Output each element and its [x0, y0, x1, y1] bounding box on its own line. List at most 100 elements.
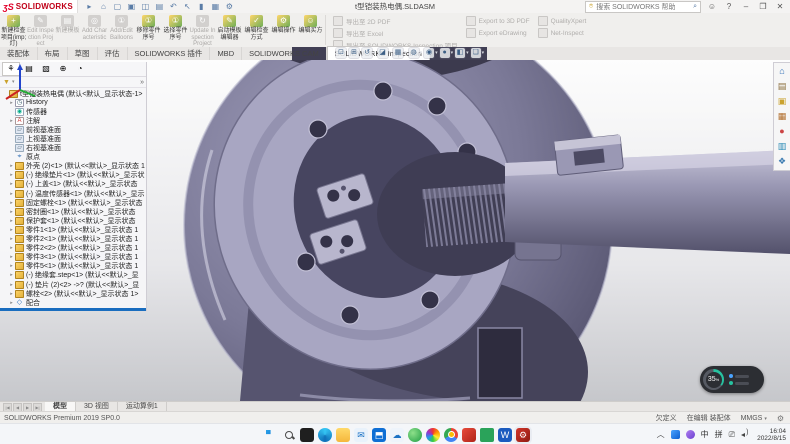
app-green-icon[interactable]	[408, 428, 422, 442]
view-orientation-icon[interactable]: ▦	[393, 48, 403, 58]
expand-arrow-icon[interactable]: ▸	[8, 263, 15, 269]
file-explorer-icon[interactable]	[336, 428, 350, 442]
previous-view-icon[interactable]: ↺	[362, 48, 372, 58]
tree-item[interactable]: ▸ 固定螺栓<1> (默认<<默认>_显示状态	[2, 198, 146, 207]
options-gear-icon[interactable]: ⚙	[224, 2, 235, 12]
export-menu-item[interactable]: Export to 3D PDF	[466, 16, 530, 26]
section-view-icon[interactable]: ◪	[378, 48, 388, 58]
tree-item[interactable]: ▸ 零件1<1> (默认<<默认>_显示状态 1	[2, 225, 146, 234]
ime-language-indicator[interactable]: 中	[701, 429, 709, 440]
ribbon-button[interactable]: ✎ 启动模板编辑器	[216, 13, 243, 47]
hide-show-items-icon[interactable]: ◉	[424, 48, 434, 58]
expand-arrow-icon[interactable]: ▸	[8, 118, 15, 124]
dimxpertmanager-tab[interactable]: ⊕	[55, 63, 71, 75]
tree-item[interactable]: ▸ (-) 绝缘垫片<1> (默认<<默认>_显示状	[2, 171, 146, 180]
chrome-icon[interactable]	[444, 428, 458, 442]
dropdown-caret-icon[interactable]: ▾	[373, 50, 376, 56]
ribbon-button[interactable]: + 新建检查项目(imp;灯)	[0, 13, 27, 47]
select-icon[interactable]: ↖	[182, 2, 193, 12]
view-palette-icon[interactable]: ▦	[776, 110, 789, 123]
expand-arrow-icon[interactable]: ▸	[8, 191, 15, 197]
expand-arrow-icon[interactable]: ▸	[8, 254, 15, 260]
commandmanager-tab[interactable]: 草图	[68, 47, 98, 60]
taskbar-clock[interactable]: 16:04 2022/8/15	[757, 428, 786, 442]
drawing-icon[interactable]: ▦	[210, 2, 221, 12]
export-menu-item[interactable]: Export eDrawing	[466, 28, 530, 38]
apply-scene-icon[interactable]: ◧	[455, 48, 465, 58]
appearances-icon[interactable]: ●	[776, 125, 789, 138]
expand-arrow-icon[interactable]: ▸	[8, 282, 15, 288]
tree-item[interactable]: ▸ ◇ 配合	[2, 298, 146, 307]
tree-item[interactable]: ▸ (-) 垫片 (2)<2> ->? (默认<<默认>_显	[2, 280, 146, 289]
expand-arrow-icon[interactable]: ▸	[8, 100, 15, 106]
dropdown-caret-icon[interactable]: ▾	[404, 50, 407, 56]
home-icon[interactable]: ⌂	[98, 2, 109, 12]
tree-item[interactable]: ◉ 传感器	[2, 107, 146, 116]
ribbon-button[interactable]: ◎ Add Characteristic	[81, 13, 108, 47]
app-red-icon[interactable]	[462, 428, 476, 442]
expand-arrow-icon[interactable]: ▸	[8, 218, 15, 224]
store-icon[interactable]: ⬒	[372, 428, 386, 442]
colorwheel-app-icon[interactable]	[426, 428, 440, 442]
expand-arrow-icon[interactable]: ▸	[8, 181, 15, 187]
expand-arrow-icon[interactable]: ▸	[8, 300, 15, 306]
export-menu-item[interactable]: QualityXpert	[538, 16, 587, 26]
new-document-icon[interactable]: ▢	[112, 2, 123, 12]
tray-app-purple-icon[interactable]	[686, 430, 695, 439]
ribbon-button[interactable]: ⚙ 编辑操作	[270, 13, 297, 47]
expand-arrow-icon[interactable]: ▸	[8, 236, 15, 242]
ribbon-button[interactable]: ✎ Edit Inspection Project	[27, 13, 54, 47]
expand-arrow-icon[interactable]: ▸	[8, 272, 15, 278]
tray-app-blue-icon[interactable]	[671, 430, 680, 439]
dropdown-caret-icon[interactable]: ▾	[389, 50, 392, 56]
tree-item[interactable]: ▸ 零件2<1> (默认<<默认>_显示状态 1	[2, 235, 146, 244]
tree-item[interactable]: ▱ 上视基准面	[2, 134, 146, 143]
undo-icon[interactable]: ↶	[168, 2, 179, 12]
tree-item[interactable]: ▸ 螺栓<2> (默认<<默认>_显示状态 1>	[2, 289, 146, 298]
zoom-to-fit-icon[interactable]: ⊡	[336, 48, 346, 58]
view-settings-icon[interactable]: ❏	[471, 48, 481, 58]
configurationmanager-tab[interactable]: ▧	[38, 63, 54, 75]
zoom-to-area-icon[interactable]: ⊞	[349, 48, 359, 58]
dropdown-caret-icon[interactable]: ▾	[451, 50, 454, 56]
commandmanager-tab[interactable]: SOLIDWORKS CAM	[242, 47, 327, 60]
edge-icon[interactable]	[318, 428, 332, 442]
login-icon[interactable]: ☺	[706, 2, 718, 11]
ribbon-button[interactable]: ① 选择零件序号	[162, 13, 189, 47]
ribbon-button[interactable]: ☺ 编辑买方	[297, 13, 324, 47]
speaker-icon[interactable]	[741, 430, 751, 439]
expand-arrow-icon[interactable]: ▸	[8, 200, 15, 206]
help-search-box[interactable]: ⌾ 搜索 SOLIDWORKS 帮助 ⌕	[585, 1, 701, 13]
app-green2-icon[interactable]	[480, 428, 494, 442]
expand-arrow-icon[interactable]: ▸	[8, 172, 15, 178]
dropdown-caret-icon[interactable]: ▾	[435, 50, 438, 56]
ribbon-button[interactable]: ① 移除零件序号	[135, 13, 162, 47]
ribbon-button[interactable]: ✓ 编辑检查方式	[243, 13, 270, 47]
ribbon-button[interactable]: ↻ Update Inspection Project	[189, 13, 216, 47]
zoom-overlay-pill[interactable]: 35%	[700, 366, 764, 393]
rollback-bar[interactable]	[0, 308, 146, 311]
custom-properties-icon[interactable]: ▥	[776, 140, 789, 153]
tree-item[interactable]: ▸ 零件5<1> (默认<<默认>_显示状态 1	[2, 262, 146, 271]
solidworks-taskbar-icon[interactable]: ⚙	[516, 428, 530, 442]
graphics-viewport[interactable]: ⚘ ▤ ▧ ⊕ ◔ ▼ ▾ »	[0, 60, 790, 401]
tree-item[interactable]: ▸ A 注解	[2, 116, 146, 125]
onedrive-icon[interactable]	[390, 428, 404, 442]
expand-arrow-icon[interactable]: ▸	[8, 245, 15, 251]
monitor-icon[interactable]: ⎚	[729, 430, 735, 440]
search-button[interactable]	[282, 428, 296, 442]
search-icon[interactable]: ⌕	[693, 3, 697, 11]
dropdown-caret-icon[interactable]: ▾	[466, 50, 469, 56]
flyout-arrow-icon[interactable]: ▸	[84, 2, 95, 12]
app-dark-icon[interactable]	[300, 428, 314, 442]
dropdown-caret-icon[interactable]: ▾	[482, 50, 485, 56]
word-icon[interactable]: W	[498, 428, 512, 442]
ribbon-button[interactable]: ▤ 新建模板	[54, 13, 81, 47]
ime-mode-indicator[interactable]: 拼	[715, 429, 723, 440]
tree-item[interactable]: ▸ 保护套<1> (默认<<默认>_显示状态	[2, 216, 146, 225]
restore-button[interactable]: ❐	[757, 2, 769, 11]
edit-appearance-icon[interactable]: ●	[440, 48, 450, 58]
close-button[interactable]: ✕	[774, 2, 786, 11]
expand-arrow-icon[interactable]: ▸	[8, 291, 15, 297]
tree-item[interactable]: ▸ 外壳 (2)<1> (默认<<默认>_显示状态 1	[2, 162, 146, 171]
